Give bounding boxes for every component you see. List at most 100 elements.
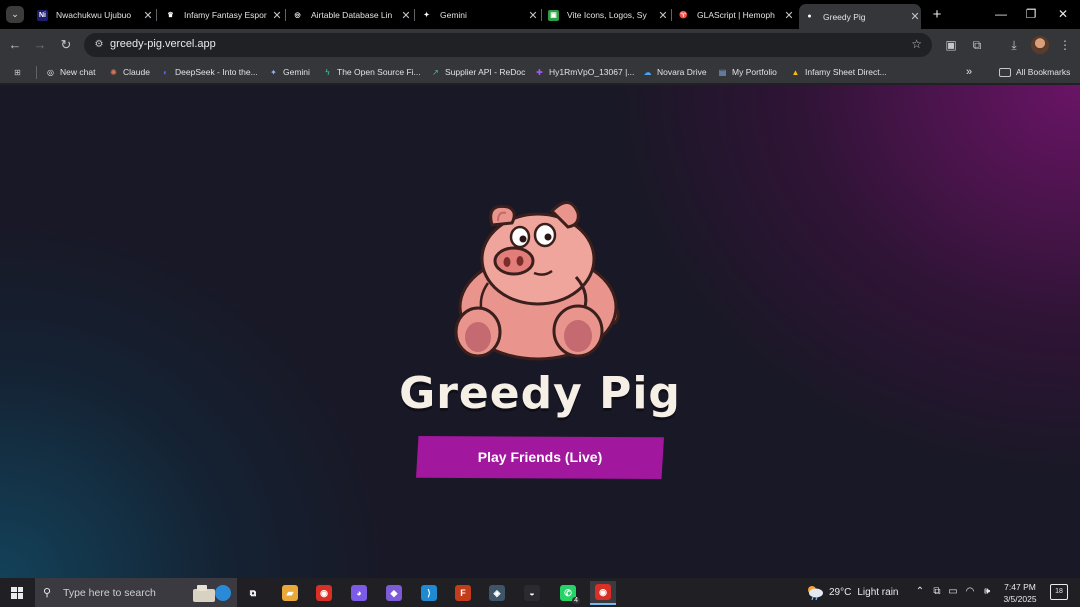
forward-button[interactable]: →	[29, 34, 51, 56]
download-icon[interactable]: ⤓	[1005, 36, 1023, 54]
tab-divider	[285, 9, 286, 21]
gemini-icon: ✦	[270, 67, 277, 77]
close-tab-icon[interactable]: ✕	[527, 9, 539, 22]
tab-6[interactable]: ♈ GLAScript | Hemoph ✕	[673, 4, 795, 26]
extensions-puzzle-icon[interactable]: ⧉	[968, 36, 986, 54]
gemini-icon: ✦	[421, 9, 432, 21]
openai-icon: ◎	[292, 9, 303, 21]
crown-icon: ♛	[165, 9, 176, 21]
profile-avatar[interactable]	[1031, 36, 1049, 54]
taskbar-search-box[interactable]: ⚲ Type here to search	[35, 578, 237, 607]
bookmark-label: Infamy Sheet Direct...	[805, 67, 887, 77]
notification-center-icon[interactable]: 18	[1050, 584, 1068, 600]
tab-2[interactable]: ♛ Infamy Fantasy Espor ✕	[160, 4, 286, 26]
close-tab-icon[interactable]: ✕	[142, 9, 154, 22]
tab-title: Gemini	[440, 10, 467, 20]
play-friends-live-button[interactable]: Play Friends (Live)	[416, 436, 664, 479]
bookmarks-divider	[36, 66, 37, 79]
game-page: Greedy Pig Play Friends (Live)	[0, 85, 1080, 578]
tab-title: GLAScript | Hemoph	[697, 10, 775, 20]
bookmark-label: New chat	[60, 67, 96, 77]
bookmark-label: The Open Source Fi...	[337, 67, 421, 77]
davinci-resolve-icon: ◈	[489, 585, 505, 601]
taskbar-app[interactable]: ✆ 4	[555, 581, 581, 605]
openai-icon: ◎	[47, 67, 54, 77]
taskbar-app[interactable]: ◒	[519, 581, 545, 605]
taskbar-app[interactable]: F	[450, 581, 476, 605]
taskbar-app[interactable]: ◆	[381, 581, 407, 605]
kebab-menu-icon[interactable]: ⋮	[1056, 36, 1074, 54]
cloud-rain-icon	[808, 586, 823, 600]
taskbar-app[interactable]: ⟩	[416, 581, 442, 605]
tab-4[interactable]: ✦ Gemini ✕	[416, 4, 542, 26]
discord-icon: ◕	[351, 585, 367, 601]
taskbar-app[interactable]: ◕	[346, 581, 372, 605]
start-button[interactable]	[0, 578, 34, 607]
bookmark-label: Hy1RmVpO_13067 |...	[549, 67, 635, 77]
bookmark-label: DeepSeek - Into the...	[175, 67, 258, 77]
all-bookmarks-label: All Bookmarks	[1016, 67, 1071, 77]
clock-date: 3/5/2025	[1003, 594, 1037, 604]
close-tab-icon[interactable]: ✕	[909, 10, 921, 23]
tab-1[interactable]: Ni Nwachukwu Ujubuo ✕	[32, 4, 157, 26]
back-button[interactable]: ←	[4, 34, 26, 56]
notion-icon: Ni	[37, 9, 48, 21]
battery-icon[interactable]: ▭	[946, 586, 960, 597]
bookmark-label: Gemini	[283, 67, 310, 77]
bookmark-item[interactable]: ↗ Supplier API - ReDoc	[430, 65, 525, 79]
tray-chevron-up-icon[interactable]: ⌃	[913, 586, 927, 597]
volume-icon[interactable]: 🕪	[980, 586, 994, 597]
close-tab-icon[interactable]: ✕	[400, 9, 412, 22]
pig-illustration	[454, 201, 620, 361]
taskbar-app[interactable]: ◉	[590, 581, 616, 605]
tab-3[interactable]: ◎ Airtable Database Lin ✕	[287, 4, 415, 26]
bookmark-item[interactable]: ◐ DeepSeek - Into the...	[160, 65, 258, 79]
clock-time: 7:47 PM	[1004, 582, 1036, 592]
wifi-icon[interactable]: ◠	[963, 586, 977, 597]
page-title: Greedy Pig	[399, 368, 681, 419]
figma-icon: ✚	[536, 67, 543, 77]
all-bookmarks-button[interactable]: All Bookmarks	[999, 65, 1070, 79]
bookmark-item[interactable]: ✚ Hy1RmVpO_13067 |...	[534, 65, 634, 79]
close-tab-icon[interactable]: ✕	[271, 9, 283, 22]
bookmark-item[interactable]: ϟ The Open Source Fi...	[322, 65, 421, 79]
reload-button[interactable]: ↻	[55, 34, 77, 56]
bookmarks-overflow-icon[interactable]: »	[966, 65, 972, 79]
apps-grid-icon[interactable]: ⊞	[12, 65, 27, 79]
close-tab-icon[interactable]: ✕	[657, 9, 669, 22]
arrow-left-icon: ←	[8, 37, 22, 52]
bookmark-item[interactable]: ✺ Claude	[108, 65, 150, 79]
claude-icon: ✺	[110, 67, 117, 77]
vite-icon: ▣	[548, 9, 559, 21]
bookmark-item[interactable]: ✦ Gemini	[268, 65, 310, 79]
taskbar-app[interactable]: ▰	[277, 581, 303, 605]
maximize-button[interactable]: ❐	[1016, 5, 1046, 23]
taskbar-app[interactable]: ⧉	[240, 581, 266, 605]
site-info-icon[interactable]: ⚙	[92, 38, 106, 52]
taskbar-app[interactable]: ◉	[311, 581, 337, 605]
close-tab-icon[interactable]: ✕	[783, 9, 795, 22]
tab-7[interactable]: ● Greedy Pig ✕	[799, 4, 921, 29]
tab-divider	[671, 9, 672, 21]
close-window-button[interactable]: ✕	[1048, 5, 1078, 23]
tab-5[interactable]: ▣ Vite Icons, Logos, Sy ✕	[543, 4, 672, 26]
bookmark-item[interactable]: ▲ Infamy Sheet Direct...	[790, 65, 887, 79]
new-tab-button[interactable]: +	[928, 6, 946, 23]
search-placeholder: Type here to search	[63, 586, 156, 599]
url-text[interactable]: greedy-pig.vercel.app	[110, 38, 216, 50]
file-explorer-icon: ▰	[282, 585, 298, 601]
bookmark-item[interactable]: ☁ Novara Drive	[642, 65, 707, 79]
vscode-icon: ⟩	[421, 585, 437, 601]
extension-icon[interactable]: ▣	[942, 36, 960, 54]
taskbar-app[interactable]: ◈	[484, 581, 510, 605]
tab-search-button[interactable]: ⌄	[6, 6, 24, 23]
address-bar[interactable]: ⚙ greedy-pig.vercel.app ☆	[84, 33, 932, 57]
weather-widget[interactable]: 29°C Light rain	[806, 584, 898, 600]
browser-toolbar: ← → ↻ ⚙ greedy-pig.vercel.app ☆ ▣ ⧉ ⤓ ⋮	[0, 29, 1080, 60]
bookmark-star-icon[interactable]: ☆	[911, 37, 922, 51]
system-clock[interactable]: 7:47 PM 3/5/2025	[1000, 581, 1040, 605]
bookmark-item[interactable]: ▤ My Portfolio	[717, 65, 777, 79]
bookmark-item[interactable]: ◎ New chat	[45, 65, 95, 79]
minimize-button[interactable]: —	[986, 5, 1016, 23]
onedrive-tray-icon[interactable]: ⧉	[930, 586, 944, 597]
